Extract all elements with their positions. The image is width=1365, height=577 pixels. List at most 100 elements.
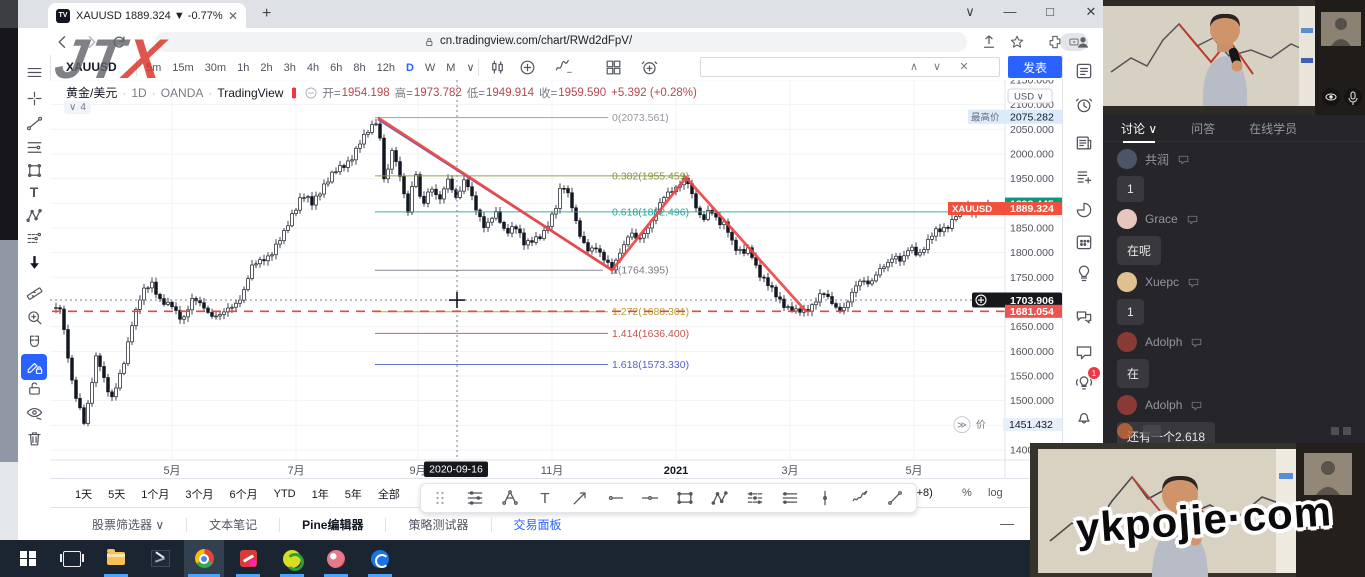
range-全部[interactable]: 全部	[378, 486, 400, 502]
pitchfork-tool-icon[interactable]	[499, 487, 521, 509]
profile-avatar-icon[interactable]	[1074, 33, 1092, 51]
app-pink-icon[interactable]	[316, 540, 356, 577]
timeframe-2h[interactable]: 2h	[260, 62, 272, 74]
window-minimize-icon[interactable]: —	[1000, 4, 1020, 19]
snip-app-icon[interactable]	[140, 540, 180, 577]
folder-icon[interactable]	[1143, 425, 1161, 437]
find-next-icon[interactable]: ∨	[929, 60, 945, 76]
footer-icon[interactable]	[1331, 427, 1339, 435]
tab-close-icon[interactable]: ✕	[228, 9, 238, 23]
news-icon[interactable]	[1073, 132, 1095, 154]
chat-bubble-icon[interactable]	[1187, 276, 1200, 289]
ideas-icon[interactable]	[1073, 166, 1095, 188]
bottom-tab-策略测试器[interactable]: 策略测试器	[386, 516, 490, 533]
range-1年[interactable]: 1年	[312, 486, 329, 502]
webinar-video-top[interactable]	[1103, 0, 1365, 115]
log-scale-button[interactable]: log	[988, 487, 1003, 499]
back-icon[interactable]	[54, 33, 72, 51]
symbol-button[interactable]: XAUUSD	[66, 60, 117, 74]
pie-icon[interactable]	[1073, 199, 1095, 221]
tab-search-icon[interactable]: ∨	[960, 4, 980, 20]
chat-bubble-icon[interactable]	[1190, 336, 1203, 349]
timeframe-W[interactable]: W	[425, 62, 435, 74]
fib-speed-tool-icon[interactable]	[779, 487, 801, 509]
candle-style-icon[interactable]	[486, 57, 508, 78]
reload-icon[interactable]	[110, 33, 128, 51]
arrow-tool-icon[interactable]	[569, 487, 591, 509]
chat-icon[interactable]	[1073, 341, 1095, 363]
timeframe-4h[interactable]: 4h	[307, 62, 319, 74]
timeframe-30m[interactable]: 30m	[205, 62, 226, 74]
app-yellow-icon[interactable]	[272, 540, 312, 577]
chat-bubble-icon[interactable]	[1177, 153, 1190, 166]
text-tool-icon[interactable]: T	[534, 487, 556, 509]
horizontal-ray-tool-icon[interactable]	[639, 487, 661, 509]
bookmark-star-icon[interactable]	[1008, 33, 1026, 51]
window-maximize-icon[interactable]: □	[1040, 4, 1060, 19]
timeframe-15m[interactable]: 15m	[172, 62, 193, 74]
bottom-tab-文本笔记[interactable]: 文本笔记	[187, 516, 279, 533]
bottom-tab-股票筛选器[interactable]: 股票筛选器 ∨	[70, 516, 186, 533]
chat-tab-讨论[interactable]: 讨论 ∨	[1121, 120, 1157, 137]
price-chart[interactable]: 0(2073.561)0.382(1955.459)0.618(1882.496…	[50, 80, 1062, 478]
app-blue-icon[interactable]	[360, 540, 400, 577]
timeframe-D[interactable]: D	[406, 62, 414, 74]
timeframe-6h[interactable]: 6h	[330, 62, 342, 74]
timeframe-12h[interactable]: 12h	[377, 62, 395, 74]
url-bar[interactable]: cn.tradingview.com/chart/RWd2dFpV/	[155, 32, 967, 52]
crosshair-tool-icon[interactable]	[23, 87, 45, 109]
chat-tab-在线学员[interactable]: 在线学员	[1249, 120, 1297, 137]
broadcast-icon[interactable]: 1	[1073, 372, 1095, 394]
panel-minimize-icon[interactable]: —	[1000, 515, 1014, 531]
trendline-tool-icon[interactable]	[23, 112, 45, 134]
chrome-icon[interactable]	[184, 540, 224, 577]
xabcd-pattern-tool-icon[interactable]	[709, 487, 731, 509]
range-6个月[interactable]: 6个月	[230, 486, 258, 502]
chat-bubble-icon[interactable]	[1186, 213, 1199, 226]
alert-add-icon[interactable]	[638, 57, 660, 78]
forward-icon[interactable]	[82, 33, 100, 51]
bottom-tab-Pine编辑器[interactable]: Pine编辑器	[280, 516, 385, 533]
floating-drawing-toolbar[interactable]: T	[420, 483, 917, 513]
lightbulb-icon[interactable]	[1073, 262, 1095, 284]
range-YTD[interactable]: YTD	[274, 488, 296, 500]
alarm-icon[interactable]	[1073, 94, 1095, 116]
text-tool-icon[interactable]: T	[23, 181, 45, 203]
timeframe-5m[interactable]: 5m	[146, 62, 161, 74]
publish-button[interactable]: 发表	[1008, 56, 1062, 78]
compare-add-icon[interactable]	[516, 57, 538, 78]
hide-drawings-tool-icon[interactable]	[23, 401, 45, 423]
fib-lines-tool-icon[interactable]	[23, 136, 45, 158]
percent-scale-button[interactable]: %	[962, 487, 972, 499]
app-red-icon[interactable]	[228, 540, 268, 577]
unlock-tool-icon[interactable]	[23, 377, 45, 399]
menu-tool-icon[interactable]	[23, 61, 45, 83]
start-button[interactable]	[8, 540, 48, 577]
vertical-line-tool-icon[interactable]	[814, 487, 836, 509]
forecast-tool-icon[interactable]	[23, 227, 45, 249]
timeframe-more-icon[interactable]: ∨	[466, 61, 474, 74]
magnet-tool-icon[interactable]	[23, 331, 45, 353]
range-1个月[interactable]: 1个月	[141, 486, 169, 502]
layout-grid-icon[interactable]	[602, 57, 624, 78]
timeframe-8h[interactable]: 8h	[353, 62, 365, 74]
trend-line-tool-icon[interactable]	[884, 487, 906, 509]
drag-tool-icon[interactable]	[429, 487, 451, 509]
browser-tab[interactable]: TV XAUUSD 1889.324 ▼ -0.77% ✕	[48, 3, 246, 28]
range-5天[interactable]: 5天	[108, 486, 125, 502]
range-1天[interactable]: 1天	[75, 486, 92, 502]
legend-pair[interactable]: 黄金/美元	[66, 84, 117, 101]
object-tree-toggle[interactable]: ∨ 4	[64, 101, 91, 114]
ruler-tool-icon[interactable]	[23, 282, 45, 304]
fib-channel-tool-icon[interactable]	[744, 487, 766, 509]
range-3个月[interactable]: 3个月	[185, 486, 213, 502]
shapes-tool-icon[interactable]	[23, 159, 45, 181]
rectangle-tool-icon[interactable]	[674, 487, 696, 509]
elliott-wave-tool-icon[interactable]	[849, 487, 871, 509]
zoom-in-tool-icon[interactable]	[23, 306, 45, 328]
calendar-icon[interactable]	[1073, 231, 1095, 253]
xabcd-pattern-tool-icon[interactable]	[23, 204, 45, 226]
chat-tab-问答[interactable]: 问答	[1191, 120, 1215, 137]
extensions-puzzle-icon[interactable]	[1046, 33, 1064, 51]
watchlist-icon[interactable]	[1073, 60, 1095, 82]
